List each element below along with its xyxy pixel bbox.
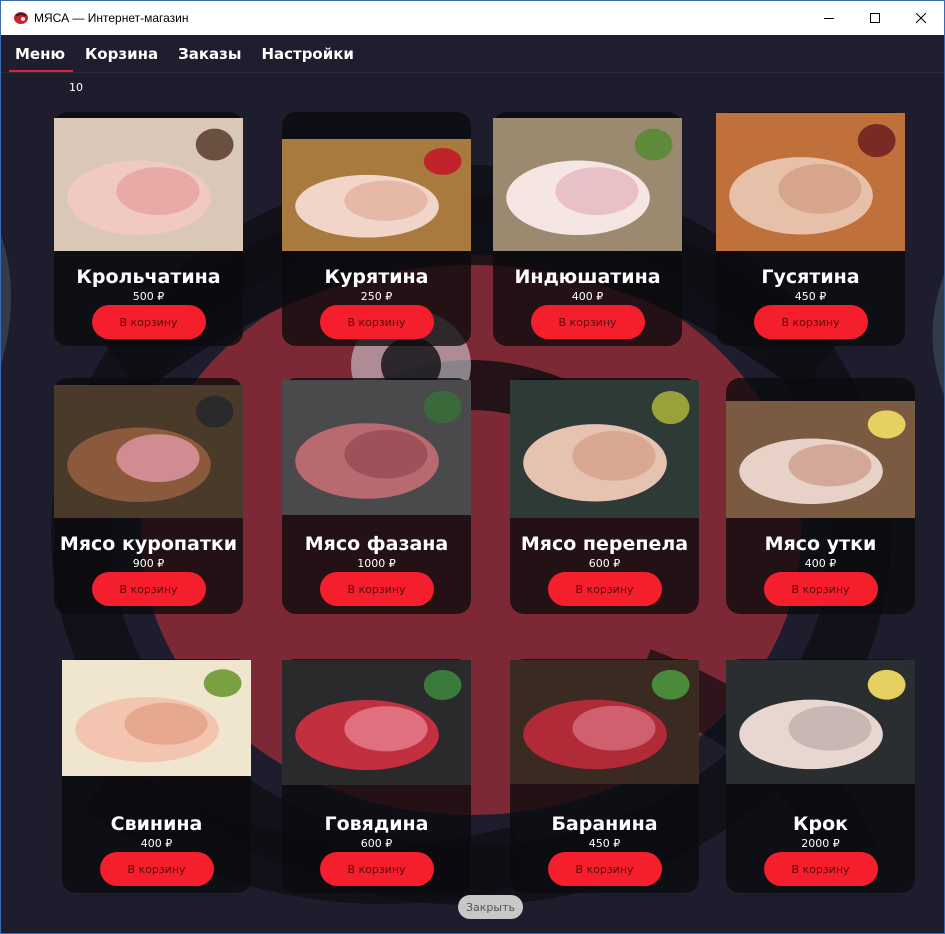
product-price: 1000 ₽ [357,557,396,570]
add-to-cart-button[interactable]: В корзину [319,572,434,606]
close-window-button[interactable] [898,1,944,35]
pheasant-meat-image [282,380,471,515]
tab-settings[interactable]: Настройки [251,35,364,72]
pork-meat-image [62,660,251,776]
lamb-meat-image [510,660,699,784]
product-price: 450 ₽ [794,290,827,303]
product-price: 600 ₽ [588,557,621,570]
meat-logo-icon [14,12,28,24]
app-window: МЯСА — Интернет-магазин Меню Корзина Зак… [0,0,945,934]
product-name: Баранина [551,813,658,835]
product-name: Индюшатина [514,266,661,288]
add-to-cart-button[interactable]: В корзину [547,572,662,606]
turkey-meat-image [493,118,682,251]
product-price: 250 ₽ [360,290,393,303]
duck-meat-image [726,401,915,518]
goose-meat-image [716,113,905,251]
product-price: 500 ₽ [132,290,165,303]
add-to-cart-button[interactable]: В корзину [763,852,878,886]
product-name: Свинина [110,813,203,835]
product-name: Гусятина [761,266,860,288]
tab-cart[interactable]: Корзина [75,35,168,72]
minimize-icon [823,17,834,19]
product-price: 600 ₽ [360,837,393,850]
rabbit-meat-image [54,118,243,251]
product-card: Индюшатина 400 ₽ В корзину [493,112,682,346]
croc-meat-image [726,660,915,784]
product-name: Крок [792,813,849,835]
product-price: 400 ₽ [140,837,173,850]
minimize-button[interactable] [806,1,852,35]
product-price: 400 ₽ [804,557,837,570]
product-card: Курятина 250 ₽ В корзину [282,112,471,346]
product-card: Крольчатина 500 ₽ В корзину [54,112,243,346]
tab-menu[interactable]: Меню [5,35,75,72]
title-bar: МЯСА — Интернет-магазин [1,1,944,35]
product-price: 900 ₽ [132,557,165,570]
product-price: 450 ₽ [588,837,621,850]
add-to-cart-button[interactable]: В корзину [547,852,662,886]
partridge-meat-image [54,385,243,518]
add-to-cart-button[interactable]: В корзину [530,305,645,339]
product-price: 400 ₽ [571,290,604,303]
product-card: Свинина 400 ₽ В корзину [62,659,251,893]
add-to-cart-button[interactable]: В корзину [763,572,878,606]
maximize-button[interactable] [852,1,898,35]
product-name: Курятина [324,266,429,288]
product-name: Крольчатина [76,266,221,288]
product-card: Мясо фазана 1000 ₽ В корзину [282,378,471,614]
top-nav: Меню Корзина Заказы Настройки [1,35,944,72]
product-card: Баранина 450 ₽ В корзину [510,659,699,893]
window-title: МЯСА — Интернет-магазин [34,11,189,25]
close-button[interactable]: Закрыть [458,895,523,919]
product-name: Мясо фазана [304,533,449,555]
add-to-cart-button[interactable]: В корзину [319,305,434,339]
product-name: Мясо куропатки [59,533,238,555]
chicken-meat-image [282,139,471,251]
add-to-cart-button[interactable]: В корзину [99,852,214,886]
product-card: Гусятина 450 ₽ В корзину [716,112,905,346]
beef-meat-image [282,660,471,785]
quail-meat-image [510,380,699,518]
maximize-icon [869,12,880,23]
product-card: Мясо куропатки 900 ₽ В корзину [54,378,243,614]
add-to-cart-button[interactable]: В корзину [91,305,206,339]
add-to-cart-button[interactable]: В корзину [319,852,434,886]
product-card: Говядина 600 ₽ В корзину [282,659,471,893]
product-name: Мясо утки [764,533,877,555]
item-counter: 10 [69,81,83,94]
tab-orders[interactable]: Заказы [168,35,251,72]
add-to-cart-button[interactable]: В корзину [753,305,868,339]
add-to-cart-button[interactable]: В корзину [91,572,206,606]
window-controls [806,1,944,35]
nav-divider [1,72,944,73]
main-content: Меню Корзина Заказы Настройки 10 Крольча… [1,35,944,933]
product-name: Мясо перепела [520,533,689,555]
nav-tabs: Меню Корзина Заказы Настройки [5,35,364,72]
close-icon [915,12,926,23]
product-price: 2000 ₽ [801,837,840,850]
product-card: Крок 2000 ₽ В корзину [726,659,915,893]
product-card: Мясо утки 400 ₽ В корзину [726,378,915,614]
product-card: Мясо перепела 600 ₽ В корзину [510,378,699,614]
product-name: Говядина [324,813,429,835]
